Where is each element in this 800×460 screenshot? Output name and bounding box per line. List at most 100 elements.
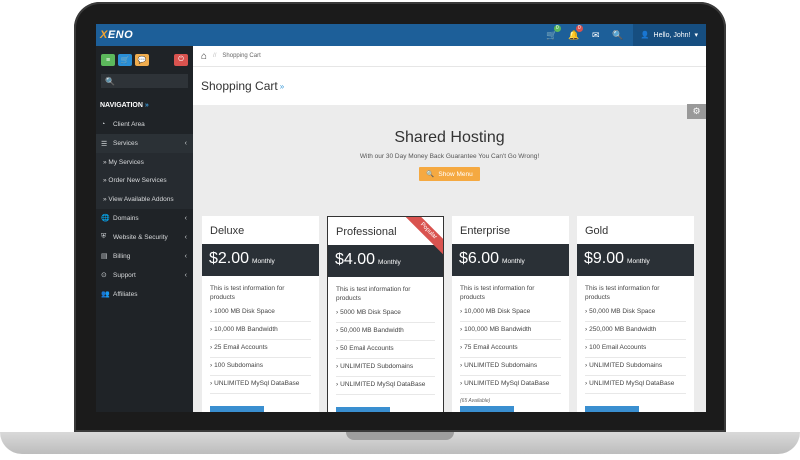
plan-card-gold: Gold $9.00 Monthly This is test informati… <box>577 216 694 412</box>
chevron-right-icon: › <box>336 309 339 316</box>
hero-subtitle: With our 30 Day Money Back Guarantee You… <box>359 153 540 160</box>
chevron-right-icon: › <box>460 326 463 333</box>
sidebar-quick-buttons: ≡ 🛒 💬 ⏻ <box>96 46 193 66</box>
pricing-cards: Deluxe $2.00 Monthly This is test informa… <box>202 216 694 412</box>
plan-availability: (65 Available) <box>460 398 491 404</box>
home-icon[interactable]: ⌂ <box>201 51 207 62</box>
sidebar-item-billing[interactable]: ▤ Billing ‹ <box>96 247 193 266</box>
sidebar-item-services[interactable]: ☰ Services ‹ <box>96 134 193 153</box>
chevron-right-icon: › <box>336 381 339 388</box>
plan-feature: › 50,000 MB Disk Space <box>585 304 686 322</box>
plan-feature: › UNLIMITED MySql DataBase <box>460 376 561 394</box>
plan-card-professional: Popular Professional $4.00 Monthly This i… <box>327 216 444 412</box>
plan-feature: › UNLIMITED Subdomains <box>336 359 435 377</box>
sidebar-item-website-security[interactable]: ⛨ Website & Security ‹ <box>96 228 193 247</box>
plan-period: Monthly <box>252 258 275 265</box>
chevron-right-icon: › <box>210 326 213 333</box>
globe-icon: 🌐 <box>101 215 110 222</box>
sidebar-search-input[interactable] <box>114 74 189 88</box>
chevron-right-icon: › <box>336 327 339 334</box>
user-icon: 👤 <box>640 32 650 39</box>
plan-name: Enterprise <box>460 225 511 237</box>
show-menu-button[interactable]: 🔍 Show Menu <box>419 167 480 181</box>
plan-description: This is test information for products <box>336 286 411 302</box>
chevron-right-icon: › <box>585 326 588 333</box>
chevron-left-icon: ‹ <box>184 233 187 241</box>
plan-price: $9.00 <box>584 250 625 267</box>
plan-description: This is test information for products <box>210 285 285 301</box>
cart-badge: 0 <box>553 25 561 32</box>
sidebar-subitem-order-new-services[interactable]: » Order New Services <box>96 171 193 190</box>
logo[interactable]: XENO <box>96 29 193 41</box>
user-menu[interactable]: 👤 Hello, John! ▾ <box>632 24 706 46</box>
plan-feature: › 1000 MB Disk Space <box>210 304 311 322</box>
notifications-icon[interactable]: 🔔 0 <box>563 24 585 46</box>
plan-feature: › 100 Subdomains <box>210 358 311 376</box>
chevron-right-icon: › <box>460 362 463 369</box>
sidebar: ≡ 🛒 💬 ⏻ 🔍 NAVIGATION » ◔ Client Area ☰ Ser… <box>96 46 193 412</box>
sidebar-subitem-my-services[interactable]: » My Services <box>96 153 193 172</box>
order-now-button[interactable] <box>210 406 264 412</box>
plan-price: $2.00 <box>209 250 250 267</box>
sidebar-item-client-area[interactable]: ◔ Client Area <box>96 115 193 134</box>
plan-description: This is test information for products <box>585 285 660 301</box>
chevron-right-icon: › <box>336 345 339 352</box>
sidebar-item-domains[interactable]: 🌐 Domains ‹ <box>96 209 193 228</box>
cart-button-icon[interactable]: 🛒 <box>118 54 132 66</box>
chevron-right-icon: › <box>585 308 588 315</box>
hero: Shared Hosting With our 30 Day Money Bac… <box>193 105 706 181</box>
plan-feature: › UNLIMITED MySql DataBase <box>210 376 311 394</box>
plan-name: Deluxe <box>210 225 245 237</box>
double-chevron-right-icon: » <box>279 81 285 91</box>
plan-feature: › 100 Email Accounts <box>585 340 686 358</box>
search-icon: 🔍 <box>105 76 115 86</box>
page-header: Shopping Cart » ⚙ <box>193 67 706 119</box>
power-icon[interactable]: ⏻ <box>174 54 188 66</box>
shield-icon: ⛨ <box>101 233 107 240</box>
order-now-button[interactable] <box>585 406 639 412</box>
chevron-right-icon: › <box>460 344 463 351</box>
plan-description: This is test information for products <box>460 285 535 301</box>
top-bar: XENO 🛒 0 🔔 0 ✉ 🔍 👤 Hello, John! ▾ <box>96 24 706 46</box>
breadcrumb: ⌂ // Shopping Cart <box>193 46 706 67</box>
cart-icon[interactable]: 🛒 0 <box>541 24 563 46</box>
plan-card-enterprise: Enterprise $6.00 Monthly This is test inf… <box>452 216 569 412</box>
plan-price-band: $6.00 Monthly <box>452 244 569 276</box>
billing-icon: ▤ <box>101 253 108 260</box>
list-icon: ☰ <box>101 140 108 148</box>
messages-icon[interactable]: ✉ <box>585 24 607 46</box>
breadcrumb-separator: // <box>213 53 217 59</box>
gear-icon[interactable]: ⚙ <box>687 104 706 119</box>
plan-feature: › 50,000 MB Bandwidth <box>336 323 435 341</box>
nav-title: NAVIGATION » <box>100 102 149 109</box>
caret-down-icon: ▾ <box>694 32 698 39</box>
order-now-button[interactable] <box>336 407 390 412</box>
chevron-right-icon: › <box>585 362 588 369</box>
plan-feature: › 10,000 MB Bandwidth <box>210 322 311 340</box>
double-chevron-down-icon: » <box>144 102 149 109</box>
topbar-actions: 🛒 0 🔔 0 ✉ 🔍 👤 Hello, John! ▾ <box>541 24 706 46</box>
chat-icon[interactable]: 💬 <box>135 54 149 66</box>
plan-feature: › 10,000 MB Disk Space <box>460 304 561 322</box>
plan-period: Monthly <box>378 259 401 266</box>
plan-feature: › 50 Email Accounts <box>336 341 435 359</box>
plan-price: $4.00 <box>335 251 376 268</box>
plan-price-band: $4.00 Monthly <box>328 245 443 277</box>
plan-feature: › UNLIMITED MySql DataBase <box>585 376 686 394</box>
plan-card-deluxe: Deluxe $2.00 Monthly This is test informa… <box>202 216 319 412</box>
sidebar-subitem-view-addons[interactable]: » View Available Addons <box>96 190 193 209</box>
sidebar-item-support[interactable]: ⊙ Support ‹ <box>96 266 193 285</box>
chevron-left-icon: ‹ <box>184 214 187 222</box>
plan-feature: › 5000 MB Disk Space <box>336 305 435 323</box>
plan-period: Monthly <box>502 258 525 265</box>
order-now-button[interactable] <box>460 406 514 412</box>
hero-title: Shared Hosting <box>394 129 505 146</box>
chevron-right-icon: › <box>210 344 213 351</box>
search-icon[interactable]: 🔍 <box>607 24 629 46</box>
chevron-right-icon: › <box>460 308 463 315</box>
plan-feature: › UNLIMITED Subdomains <box>585 358 686 376</box>
sidebar-item-affiliates[interactable]: 👥 Affiliates <box>96 285 193 304</box>
menu-icon[interactable]: ≡ <box>101 54 115 66</box>
chevron-right-icon: › <box>585 344 588 351</box>
screen: XENO 🛒 0 🔔 0 ✉ 🔍 👤 Hello, John! ▾ ≡ 🛒 💬 ⏻ … <box>96 24 706 412</box>
